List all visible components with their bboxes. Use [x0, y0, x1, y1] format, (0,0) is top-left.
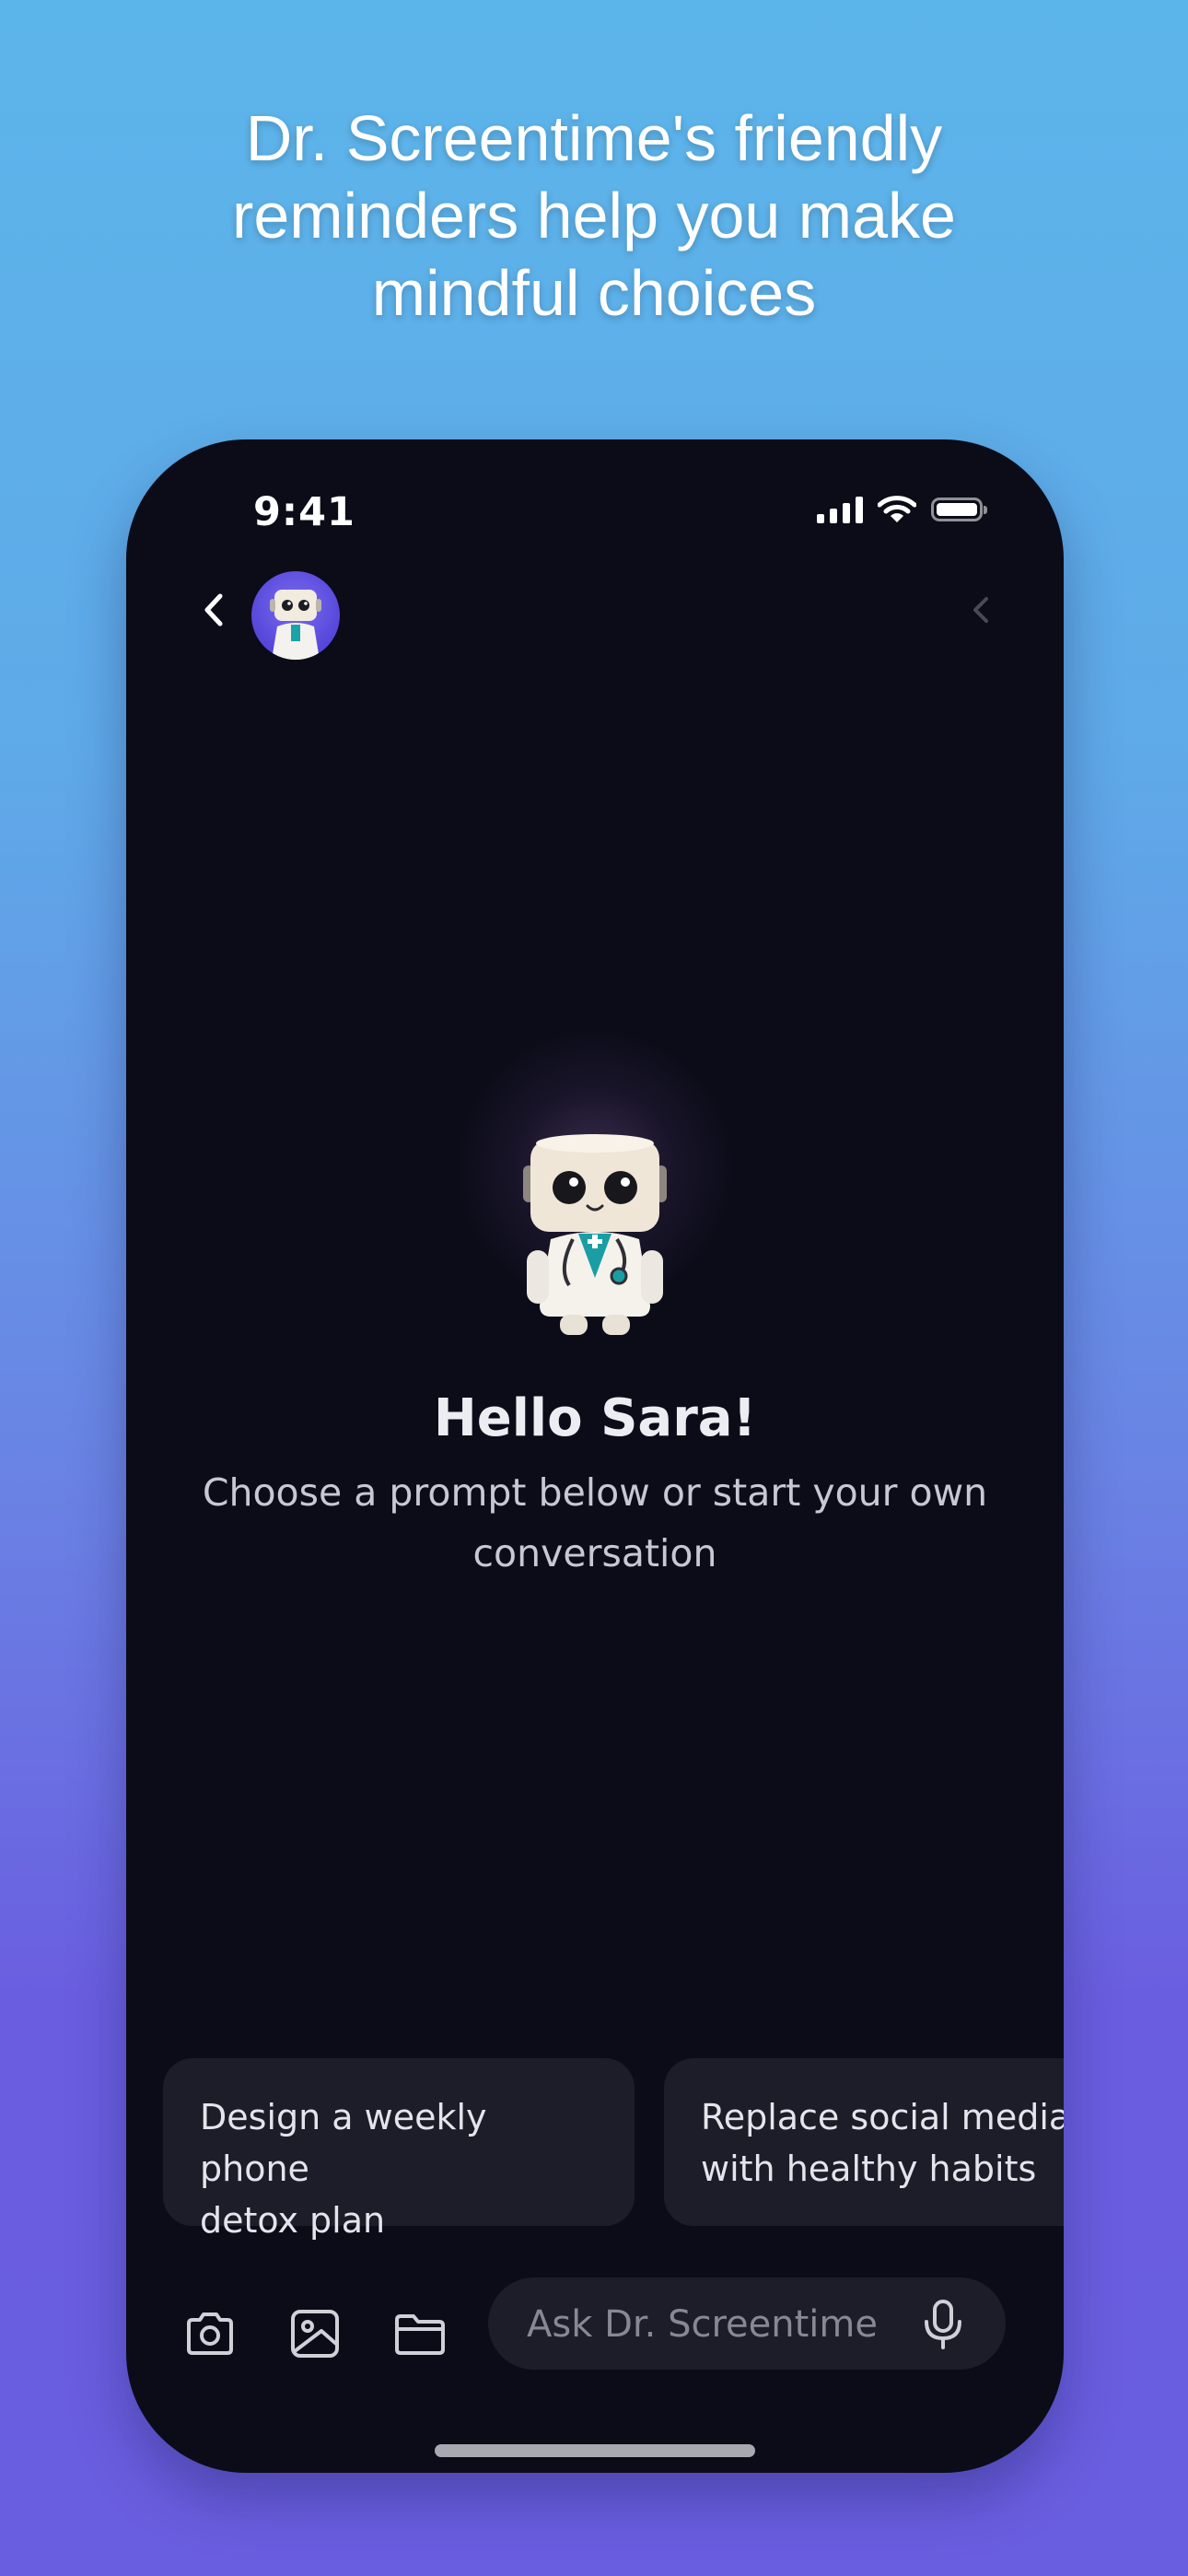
image-icon[interactable]: [286, 2305, 344, 2362]
signal-icon: [817, 496, 863, 523]
chevron-right-icon[interactable]: [962, 591, 999, 628]
phone-screen: 9:41 Hello Sara! Choose a prompt below o…: [126, 439, 1064, 2473]
prompt-chip-line-1: Replace social media: [701, 2097, 1064, 2137]
doctor-robot-avatar-icon: [270, 590, 321, 660]
prompt-suggestions: Design a weekly phone detox plan Replace…: [163, 2058, 1064, 2241]
greeting-subtitle: Choose a prompt below or start your own …: [191, 1462, 999, 1584]
prompt-chip-healthy-habits[interactable]: Replace social media with healthy habits: [664, 2058, 1064, 2226]
ask-input-container: [488, 2277, 1006, 2371]
camera-icon[interactable]: [181, 2305, 239, 2362]
status-time: 9:41: [253, 489, 355, 535]
wifi-icon: [878, 496, 916, 522]
ask-input[interactable]: [525, 2277, 897, 2371]
microphone-icon[interactable]: [915, 2296, 971, 2351]
input-toolbar: [126, 2277, 1064, 2379]
status-icons: [817, 495, 987, 524]
subtitle-line-1: Choose a prompt below or start your own: [202, 1470, 988, 1515]
headline: Dr. Screentime's friendly reminders help…: [0, 100, 1188, 332]
greeting-title: Hello Sara!: [433, 1388, 757, 1448]
prompt-chip-line-2: detox plan: [200, 2200, 386, 2241]
headline-line-2: reminders help you make: [232, 180, 956, 252]
subtitle-line-2: conversation: [472, 1531, 717, 1575]
avatar[interactable]: [251, 571, 340, 660]
prompt-chip-detox-plan[interactable]: Design a weekly phone detox plan: [163, 2058, 635, 2241]
prompt-chip-line-2: with healthy habits: [701, 2149, 1037, 2189]
doctor-robot-icon: [523, 1134, 667, 1335]
headline-line-1: Dr. Screentime's friendly: [245, 102, 943, 174]
chevron-left-icon[interactable]: [191, 587, 237, 633]
battery-icon: [931, 498, 987, 521]
prompt-chip-line-1: Design a weekly phone: [200, 2097, 487, 2189]
home-indicator[interactable]: [435, 2444, 755, 2457]
folder-icon[interactable]: [391, 2305, 448, 2362]
headline-line-3: mindful choices: [371, 257, 817, 329]
